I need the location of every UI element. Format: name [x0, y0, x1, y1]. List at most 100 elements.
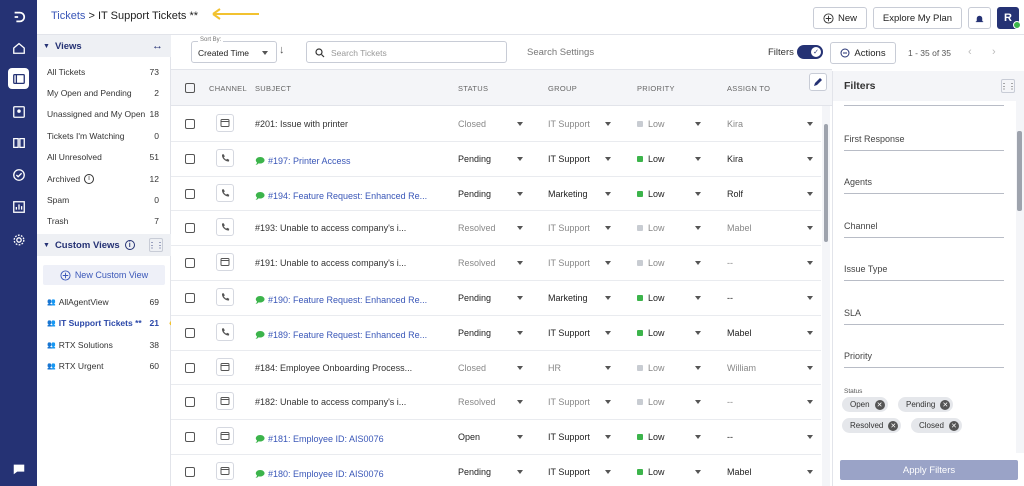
chevron-down-icon[interactable] — [695, 470, 701, 474]
assignee-select[interactable]: -- — [727, 293, 733, 303]
sort-direction-icon[interactable]: ↓ — [279, 44, 285, 56]
knowledge-base-icon[interactable] — [8, 132, 29, 153]
chevron-down-icon[interactable] — [695, 261, 701, 266]
table-row[interactable]: 🗩 #189: Feature Request: Enhanced Re... P… — [171, 315, 821, 351]
apply-filters-button[interactable]: Apply Filters — [840, 460, 1018, 480]
filter-field[interactable]: First Response — [844, 122, 1004, 151]
chat-icon[interactable] — [8, 458, 29, 479]
chevron-down-icon[interactable] — [517, 296, 523, 300]
ticket-subject-link[interactable]: #182: Unable to access company's i... — [255, 397, 406, 407]
group-select[interactable]: Marketing — [548, 189, 588, 199]
status-select[interactable]: Pending — [458, 467, 491, 477]
chevron-down-icon[interactable] — [605, 330, 611, 335]
status-select[interactable]: Closed — [458, 363, 486, 373]
prev-page-icon[interactable]: ‹ — [968, 46, 972, 58]
table-row[interactable]: 🗩 #181: Employee ID: AIS0076 Open IT Supp… — [171, 420, 821, 455]
chevron-down-icon[interactable] — [517, 261, 523, 266]
chevron-down-icon[interactable] — [695, 122, 701, 126]
chevron-down-icon[interactable] — [517, 191, 523, 196]
row-checkbox[interactable] — [185, 467, 195, 477]
assignee-select[interactable]: -- — [727, 258, 733, 268]
drag-handle-icon[interactable]: ⋮⋮ — [148, 238, 164, 252]
chevron-down-icon[interactable] — [695, 156, 701, 161]
table-row[interactable]: 🗩 #190: Feature Request: Enhanced Re... P… — [171, 281, 821, 316]
group-select[interactable]: IT Support — [548, 258, 590, 268]
status-select[interactable]: Pending — [458, 154, 491, 164]
row-checkbox[interactable] — [185, 293, 195, 303]
info-icon[interactable]: i — [124, 240, 135, 250]
chevron-down-icon[interactable] — [807, 156, 813, 161]
status-chip[interactable]: Resolved ✕ — [842, 418, 902, 433]
ticket-subject-link[interactable]: 🗩 #189: Feature Request: Enhanced Re... — [255, 328, 427, 344]
assignee-select[interactable]: Kira — [727, 119, 743, 129]
ticket-subject-link[interactable]: #191: Unable to access company's i... — [255, 258, 406, 268]
group-select[interactable]: Marketing — [548, 293, 588, 303]
chevron-down-icon[interactable] — [807, 122, 813, 126]
ticket-subject-link[interactable]: 🗩 #181: Employee ID: AIS0076 — [255, 432, 384, 448]
sidebar-view-item[interactable]: Unassigned and My Open 18 — [37, 104, 171, 125]
chevron-down-icon[interactable] — [807, 470, 813, 474]
scrollbar-thumb[interactable] — [1017, 131, 1022, 211]
views-section-header[interactable]: ▼ Views ↔ — [37, 35, 171, 57]
table-row[interactable]: 🗩 #197: Printer Access Pending IT Support… — [171, 141, 821, 177]
status-select[interactable]: Pending — [458, 293, 491, 303]
assignee-select[interactable]: Mabel — [727, 223, 752, 233]
priority-select[interactable]: Low — [637, 293, 665, 303]
status-select[interactable]: Pending — [458, 328, 491, 338]
filter-field[interactable]: Priority — [844, 339, 1004, 368]
assignee-select[interactable]: -- — [727, 397, 733, 407]
ticket-subject-link[interactable]: #193: Unable to access company's i... — [255, 223, 406, 233]
chevron-down-icon[interactable] — [695, 191, 701, 196]
priority-select[interactable]: Low — [637, 397, 665, 407]
chevron-down-icon[interactable] — [695, 435, 701, 440]
select-all-checkbox[interactable] — [185, 83, 195, 93]
group-select[interactable]: IT Support — [548, 467, 590, 477]
close-icon[interactable]: ✕ — [948, 420, 959, 431]
chevron-down-icon[interactable] — [695, 330, 701, 335]
sidebar-view-item[interactable]: Archived i 12 — [37, 168, 171, 189]
chevron-down-icon[interactable] — [517, 435, 523, 440]
status-select[interactable]: Resolved — [458, 258, 496, 268]
group-select[interactable]: IT Support — [548, 119, 590, 129]
group-select[interactable]: IT Support — [548, 432, 590, 442]
search-input[interactable]: Search Tickets — [306, 41, 507, 63]
breadcrumb-tickets-link[interactable]: Tickets — [51, 10, 85, 22]
group-select[interactable]: IT Support — [548, 223, 590, 233]
sidebar-view-item[interactable]: Spam 0 — [37, 189, 171, 210]
custom-views-section-header[interactable]: ▼ Custom Views i ⋮⋮ — [37, 234, 171, 256]
custom-view-item[interactable]: 👥 AllAgentView 69 — [37, 291, 171, 312]
chevron-down-icon[interactable] — [517, 365, 523, 370]
contacts-icon[interactable] — [8, 101, 29, 122]
filters-scrollbar[interactable] — [1016, 101, 1024, 453]
sidebar-view-item[interactable]: My Open and Pending 2 — [37, 82, 171, 103]
chevron-down-icon[interactable] — [695, 365, 701, 370]
chevron-down-icon[interactable] — [605, 122, 611, 126]
logo-icon[interactable] — [8, 6, 29, 27]
search-settings-link[interactable]: Search Settings — [527, 47, 594, 58]
chevron-down-icon[interactable] — [605, 296, 611, 300]
custom-view-item[interactable]: 👥 IT Support Tickets ** 21 — [37, 313, 171, 334]
assignee-select[interactable]: William — [727, 363, 756, 373]
chevron-down-icon[interactable] — [605, 191, 611, 196]
group-select[interactable]: IT Support — [548, 154, 590, 164]
chevron-down-icon[interactable] — [517, 226, 523, 231]
custom-view-item[interactable]: 👥 RTX Solutions 38 — [37, 334, 171, 355]
row-checkbox[interactable] — [185, 258, 195, 269]
priority-select[interactable]: Low — [637, 189, 665, 199]
sidebar-view-item[interactable]: All Tickets 73 — [37, 61, 171, 82]
chevron-down-icon[interactable] — [517, 122, 523, 126]
close-icon[interactable]: ✕ — [940, 399, 951, 410]
chevron-down-icon[interactable] — [605, 156, 611, 161]
chevron-down-icon[interactable] — [807, 330, 813, 335]
new-button[interactable]: New — [813, 7, 867, 29]
priority-select[interactable]: Low — [637, 223, 665, 233]
close-icon[interactable]: ✕ — [888, 420, 899, 431]
chevron-down-icon[interactable] — [807, 296, 813, 300]
assignee-select[interactable]: Mabel — [727, 467, 752, 477]
status-chip[interactable]: Open ✕ — [842, 397, 888, 412]
ticket-subject-link[interactable]: 🗩 #197: Printer Access — [255, 154, 351, 170]
drag-handle-icon[interactable]: ⋮⋮ — [1000, 79, 1016, 93]
sort-by-select[interactable]: Sort By: Created Time — [191, 37, 277, 63]
row-checkbox[interactable] — [185, 153, 195, 164]
chevron-down-icon[interactable] — [807, 435, 813, 440]
